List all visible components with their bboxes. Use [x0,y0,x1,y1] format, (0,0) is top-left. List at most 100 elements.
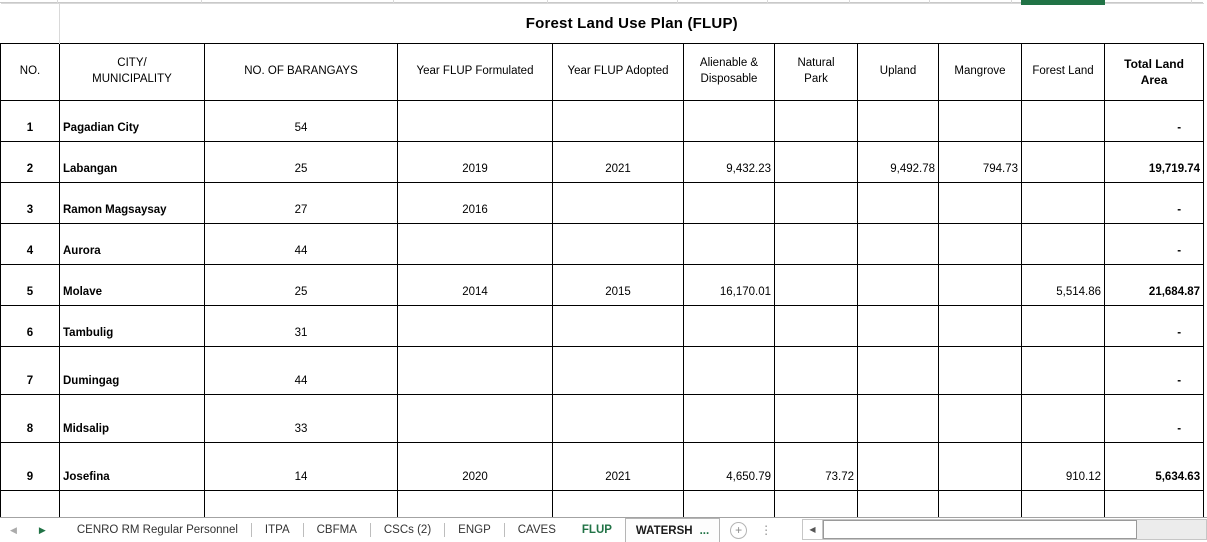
sheet-tab-caves[interactable]: CAVES [505,518,569,542]
cell-r7-c6[interactable] [774,346,858,395]
cell-r9-c6[interactable]: 73.72 [774,442,858,491]
scroll-left-icon[interactable]: ◀ [803,520,823,539]
cell-r9-c3[interactable]: 2020 [397,442,553,491]
cell-r5-c10[interactable]: 21,684.87 [1103,264,1205,306]
cell-r5-c1[interactable]: Molave [59,264,205,306]
cell-r1-c6[interactable] [774,100,858,142]
cell-r7-c4[interactable] [552,346,684,395]
cell-r2-c7[interactable]: 9,492.78 [857,141,939,183]
cell-r1-c9[interactable] [1021,100,1105,142]
cell-r5-c5[interactable]: 16,170.01 [683,264,775,306]
cell-r10-c0[interactable] [0,490,60,518]
cell-r7-c2[interactable]: 44 [204,346,398,395]
next-sheet-icon[interactable]: ▶ [35,525,50,535]
prev-sheet-icon[interactable]: ◀ [6,525,21,535]
scrollbar-thumb[interactable] [823,520,1137,539]
cell-r2-c6[interactable] [774,141,858,183]
cell-r10-c9[interactable] [1021,490,1105,518]
cell-r2-c2[interactable]: 25 [204,141,398,183]
cell-r7-c3[interactable] [397,346,553,395]
page-title[interactable]: Forest Land Use Plan (FLUP) [59,3,1204,44]
cell-r4-c4[interactable] [552,223,684,265]
column-header-9[interactable]: Forest Land [1021,43,1105,101]
cell-r3-c5[interactable] [683,182,775,224]
cell-r9-c1[interactable]: Josefina [59,442,205,491]
cell-r9-c0[interactable]: 9 [0,442,60,491]
cell-r10-c4[interactable] [552,490,684,518]
cell-r4-c8[interactable] [938,223,1022,265]
cell-r4-c2[interactable]: 44 [204,223,398,265]
cell-r1-c4[interactable] [552,100,684,142]
cell-r8-c1[interactable]: Midsalip [59,394,205,443]
cell-r10-c8[interactable] [938,490,1022,518]
cell-r1-c3[interactable] [397,100,553,142]
cell-r5-c6[interactable] [774,264,858,306]
cell-r6-c1[interactable]: Tambulig [59,305,205,347]
cell-r8-c8[interactable] [938,394,1022,443]
cell-r8-c10[interactable]: - [1103,394,1205,443]
cell-r4-c1[interactable]: Aurora [59,223,205,265]
tab-options-icon[interactable]: ⋮ [760,523,772,537]
sheet-tab-watersh[interactable]: WATERSH... [624,518,721,542]
column-header-1[interactable]: CITY/ MUNICIPALITY [59,43,205,101]
cell-r5-c3[interactable]: 2014 [397,264,553,306]
cell-r7-c5[interactable] [683,346,775,395]
column-header-0[interactable]: NO. [0,43,60,101]
cell-r8-c9[interactable] [1021,394,1105,443]
cell-r6-c9[interactable] [1021,305,1105,347]
cell-r2-c10[interactable]: 19,719.74 [1103,141,1205,183]
cell-r3-c9[interactable] [1021,182,1105,224]
cell-r7-c1[interactable]: Dumingag [59,346,205,395]
cell-r6-c6[interactable] [774,305,858,347]
cell-r1-c1[interactable]: Pagadian City [59,100,205,142]
sheet-tab-cenro-rm-regular-personnel[interactable]: CENRO RM Regular Personnel [64,518,251,542]
cell-r9-c4[interactable]: 2021 [552,442,684,491]
cell-r5-c8[interactable] [938,264,1022,306]
cell-r2-c5[interactable]: 9,432.23 [683,141,775,183]
cell-r4-c0[interactable]: 4 [0,223,60,265]
cell-r1-c0[interactable]: 1 [0,100,60,142]
cell-r2-c3[interactable]: 2019 [397,141,553,183]
scrollbar-track[interactable] [1137,520,1206,539]
cell-r10-c5[interactable] [683,490,775,518]
column-header-5[interactable]: Alienable & Disposable [683,43,775,101]
cell-r5-c9[interactable]: 5,514.86 [1021,264,1105,306]
cell-r6-c7[interactable] [857,305,939,347]
cell-r4-c9[interactable] [1021,223,1105,265]
sheet-tab-itpa[interactable]: ITPA [252,518,303,542]
cell-r8-c3[interactable] [397,394,553,443]
cell-r2-c8[interactable]: 794.73 [938,141,1022,183]
cell-r10-c2[interactable] [204,490,398,518]
cell-r1-c10[interactable]: - [1103,100,1205,142]
cell-r3-c2[interactable]: 27 [204,182,398,224]
cell-r5-c7[interactable] [857,264,939,306]
cell-r10-c3[interactable] [397,490,553,518]
cell-r5-c2[interactable]: 25 [204,264,398,306]
cell-r4-c3[interactable] [397,223,553,265]
cell-r4-c7[interactable] [857,223,939,265]
cell-r7-c7[interactable] [857,346,939,395]
cell-r7-c9[interactable] [1021,346,1105,395]
sheet-tab-engp[interactable]: ENGP [445,518,504,542]
cell-r1-c8[interactable] [938,100,1022,142]
cell-r6-c2[interactable]: 31 [204,305,398,347]
column-header-3[interactable]: Year FLUP Formulated [397,43,553,101]
cell-r2-c9[interactable] [1021,141,1105,183]
cell-r3-c0[interactable]: 3 [0,182,60,224]
cell-r9-c9[interactable]: 910.12 [1021,442,1105,491]
cell-title-spacer[interactable] [0,3,60,44]
cell-r9-c7[interactable] [857,442,939,491]
cell-r6-c0[interactable]: 6 [0,305,60,347]
column-header-4[interactable]: Year FLUP Adopted [552,43,684,101]
cell-r3-c3[interactable]: 2016 [397,182,553,224]
cell-r6-c8[interactable] [938,305,1022,347]
cell-r3-c7[interactable] [857,182,939,224]
sheet-tab-flup[interactable]: FLUP [569,518,625,542]
column-header-6[interactable]: Natural Park [774,43,858,101]
cell-r3-c8[interactable] [938,182,1022,224]
cell-r1-c2[interactable]: 54 [204,100,398,142]
cell-r10-c7[interactable] [857,490,939,518]
cell-r2-c4[interactable]: 2021 [552,141,684,183]
cell-r7-c10[interactable]: - [1103,346,1205,395]
cell-r6-c5[interactable] [683,305,775,347]
